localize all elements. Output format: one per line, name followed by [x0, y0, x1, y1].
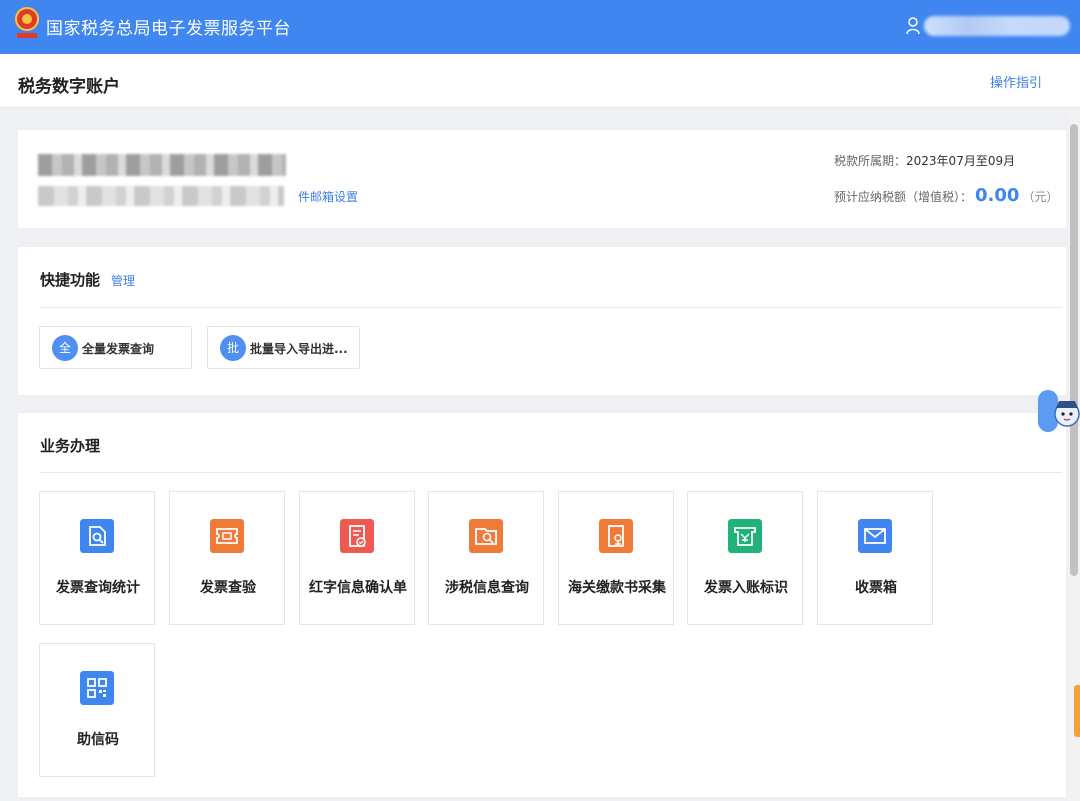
tax-period-value: 2023年07月至09月	[906, 154, 1016, 168]
tile-assist-credit-code[interactable]: 助信码	[39, 643, 155, 777]
top-bar: 国家税务总局电子发票服务平台	[0, 0, 1080, 54]
invoice-search-icon	[80, 519, 114, 553]
company-name-redacted	[38, 154, 286, 176]
site-title: 国家税务总局电子发票服务平台	[46, 19, 291, 39]
operation-guide-link[interactable]: 操作指引	[990, 72, 1042, 91]
customs-payment-icon	[599, 519, 633, 553]
estimated-tax-amount: 0.00	[975, 185, 1020, 206]
tax-period: 税款所属期：2023年07月至09月	[834, 152, 1015, 169]
quick-button-label: 全量发票查询	[82, 342, 155, 356]
tile-receipt-inbox[interactable]: 收票箱	[817, 491, 933, 625]
red-letter-confirm-icon	[340, 519, 374, 553]
tile-label: 发票查询统计	[56, 580, 140, 596]
user-icon[interactable]	[906, 17, 920, 35]
business-handling-card: 业务办理 发票查询统计 发票查验 红字信息确认单 涉税信息查询 海关缴款书采集 …	[18, 413, 1066, 797]
estimated-tax-label: 预计应纳税额（增值税）：	[834, 190, 973, 204]
page-title: 税务数字账户	[18, 77, 120, 97]
tax-period-label: 税款所属期：	[834, 154, 907, 168]
tax-info-search-icon	[469, 519, 503, 553]
tile-customs-payment-collect[interactable]: 海关缴款书采集	[558, 491, 674, 625]
tax-interaction-assistant-icon[interactable]	[1036, 386, 1080, 436]
scrollbar-thumb[interactable]	[1070, 124, 1078, 576]
account-info-card: 件邮箱设置 税款所属期：2023年07月至09月 预计应纳税额（增值税）： 0.0…	[18, 130, 1066, 228]
invoice-entry-icon	[728, 519, 762, 553]
quick-batch-import-export-button[interactable]: 批 批量导入导出进...	[207, 326, 360, 369]
quick-badge-icon: 全	[52, 335, 78, 361]
tile-invoice-entry-mark[interactable]: 发票入账标识	[687, 491, 803, 625]
business-title: 业务办理	[40, 437, 101, 455]
tile-label: 海关缴款书采集	[568, 580, 666, 596]
tile-label: 助信码	[77, 732, 119, 748]
divider	[40, 307, 1062, 308]
quick-button-label: 批量导入导出进...	[250, 342, 348, 356]
ticket-verify-icon	[210, 519, 244, 553]
divider	[40, 472, 1062, 473]
national-emblem-icon	[15, 7, 39, 38]
tax-id-redacted	[38, 186, 284, 206]
tile-invoice-query-stats[interactable]: 发票查询统计	[39, 491, 155, 625]
user-name-redacted[interactable]	[924, 16, 1070, 36]
manage-link[interactable]: 管理	[111, 272, 135, 289]
side-float-tab[interactable]	[1074, 685, 1080, 737]
tile-label: 红字信息确认单	[309, 580, 407, 596]
quick-functions-title: 快捷功能	[40, 271, 101, 289]
quick-badge-icon: 批	[220, 335, 246, 361]
email-settings-link[interactable]: 件邮箱设置	[298, 188, 358, 205]
tile-red-letter-confirm[interactable]: 红字信息确认单	[299, 491, 415, 625]
estimated-tax: 预计应纳税额（增值税）： 0.00 （元）	[834, 185, 1058, 206]
inbox-mail-icon	[858, 519, 892, 553]
tile-label: 涉税信息查询	[445, 580, 529, 596]
page-header: 税务数字账户 操作指引	[0, 54, 1080, 108]
qr-code-icon	[80, 671, 114, 705]
quick-full-invoice-query-button[interactable]: 全 全量发票查询	[39, 326, 192, 369]
tile-tax-info-query[interactable]: 涉税信息查询	[428, 491, 544, 625]
tile-invoice-verify[interactable]: 发票查验	[169, 491, 285, 625]
quick-functions-card: 快捷功能 管理 全 全量发票查询 批 批量导入导出进...	[18, 247, 1066, 395]
tile-label: 发票入账标识	[704, 580, 788, 596]
tile-label: 发票查验	[200, 580, 256, 596]
estimated-tax-unit: （元）	[1022, 190, 1059, 204]
tile-label: 收票箱	[855, 580, 897, 596]
